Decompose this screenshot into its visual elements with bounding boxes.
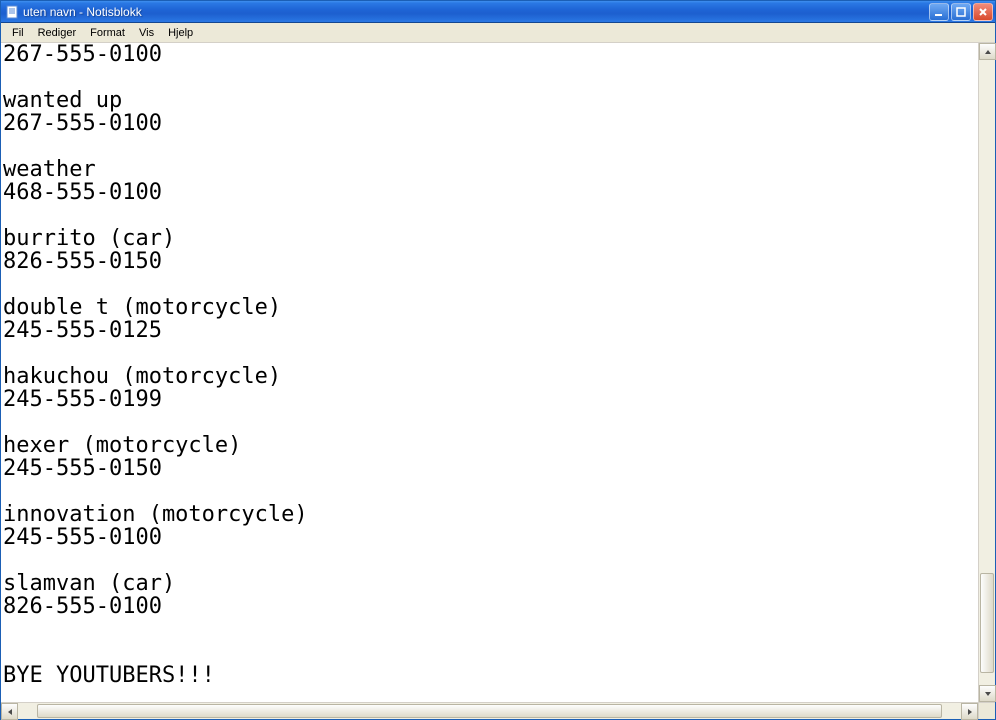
close-button[interactable] bbox=[973, 3, 993, 21]
menu-hjelp[interactable]: Hjelp bbox=[161, 25, 200, 41]
horizontal-scrollbar[interactable] bbox=[1, 702, 978, 719]
scroll-right-button[interactable] bbox=[961, 703, 978, 720]
hscroll-track[interactable] bbox=[18, 703, 961, 719]
menubar: Fil Rediger Format Vis Hjelp bbox=[1, 23, 995, 43]
hscroll-thumb[interactable] bbox=[37, 704, 942, 718]
notepad-icon bbox=[5, 5, 19, 19]
window-title: uten navn - Notisblokk bbox=[23, 5, 142, 19]
menu-vis[interactable]: Vis bbox=[132, 25, 161, 41]
scroll-down-button[interactable] bbox=[979, 685, 996, 702]
window-controls bbox=[929, 3, 995, 21]
minimize-button[interactable] bbox=[929, 3, 949, 21]
vscroll-track[interactable] bbox=[979, 60, 995, 685]
vscroll-thumb[interactable] bbox=[980, 573, 994, 673]
menu-fil[interactable]: Fil bbox=[5, 25, 31, 41]
titlebar[interactable]: uten navn - Notisblokk bbox=[1, 1, 995, 23]
menu-format[interactable]: Format bbox=[83, 25, 132, 41]
scroll-up-button[interactable] bbox=[979, 43, 996, 60]
maximize-button[interactable] bbox=[951, 3, 971, 21]
vertical-scrollbar[interactable] bbox=[978, 43, 995, 702]
menu-rediger[interactable]: Rediger bbox=[31, 25, 84, 41]
content-area: 267-555-0100 wanted up 267-555-0100 weat… bbox=[1, 43, 995, 719]
app-window: uten navn - Notisblokk Fil Rediger Forma… bbox=[0, 0, 996, 720]
scroll-left-button[interactable] bbox=[1, 703, 18, 720]
text-editor[interactable]: 267-555-0100 wanted up 267-555-0100 weat… bbox=[1, 43, 978, 702]
scrollbar-corner bbox=[978, 702, 995, 719]
